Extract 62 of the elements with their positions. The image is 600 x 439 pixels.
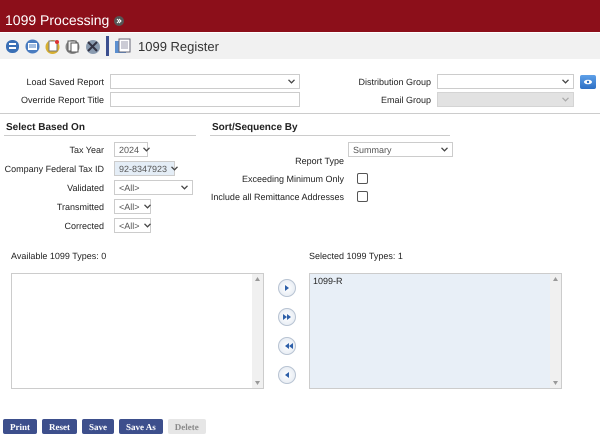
caret-icon	[144, 204, 151, 209]
documents-icon[interactable]	[64, 38, 81, 54]
scroll-up-icon[interactable]	[255, 277, 260, 281]
field-label: Company Federal Tax ID	[4, 164, 104, 174]
list-icon[interactable]	[24, 38, 41, 54]
list-label: Available 1099 Types: 0	[11, 251, 108, 261]
field-label: Validated	[66, 182, 104, 192]
caret-icon	[441, 147, 448, 152]
field-label: Report Type	[294, 155, 344, 166]
move-all-right-icon	[280, 312, 292, 322]
field-label: Transmitted	[56, 202, 104, 212]
field-label: Load Saved Report	[25, 76, 104, 86]
move-right-button[interactable]	[278, 278, 296, 296]
scroll-down-icon[interactable]	[255, 381, 260, 385]
dropdown[interactable]: <All>	[114, 199, 151, 214]
field-label: Exceeding Minimum Only	[240, 174, 344, 184]
expand-icon[interactable]	[114, 16, 124, 26]
caret-icon	[181, 185, 188, 190]
selected-types-list[interactable]: 1099-R	[309, 273, 562, 389]
caret-icon	[144, 223, 151, 228]
move-left-button[interactable]	[278, 366, 296, 384]
list-item[interactable]: 1099-R	[313, 276, 547, 286]
field-label: Tax Year	[68, 144, 104, 154]
field-label: Override Report Title	[20, 94, 104, 104]
report-icon[interactable]	[114, 38, 131, 54]
section-heading: Sort/Sequence By	[210, 122, 450, 136]
checkbox[interactable]	[357, 191, 368, 202]
scroll-up-icon[interactable]	[553, 277, 558, 281]
report-title: 1099 Register	[138, 38, 219, 54]
field-label: Distribution Group	[357, 76, 431, 86]
input-field[interactable]	[110, 92, 300, 107]
scrollbar[interactable]	[252, 274, 263, 388]
action-button[interactable]: Print	[3, 419, 37, 434]
field-label: Corrected	[63, 220, 104, 230]
action-button[interactable]: Save As	[119, 419, 163, 434]
checkbox[interactable]	[357, 173, 368, 184]
caret-icon	[288, 79, 295, 84]
action-button: Delete	[168, 419, 206, 434]
document-icon[interactable]	[44, 38, 61, 54]
move-all-right-button[interactable]	[278, 308, 296, 326]
section-heading: Select Based On	[4, 122, 196, 136]
scroll-down-icon[interactable]	[553, 381, 558, 385]
caret-icon	[562, 79, 569, 84]
scrollbar[interactable]	[550, 274, 561, 388]
caret-icon	[562, 97, 569, 102]
dropdown[interactable]: <All>	[114, 180, 193, 195]
dropdown[interactable]: 92-8347923	[114, 161, 175, 176]
dropdown[interactable]: 2024	[114, 142, 148, 157]
table-icon[interactable]	[4, 38, 21, 54]
lookup-button[interactable]	[580, 74, 596, 88]
move-all-left-button[interactable]	[278, 336, 296, 354]
list-label: Selected 1099 Types: 1	[309, 251, 404, 261]
dropdown[interactable]: <All>	[114, 218, 151, 233]
page-title: 1099 Processing	[5, 11, 110, 29]
caret-icon	[171, 166, 178, 171]
eye-icon	[583, 78, 593, 84]
action-button[interactable]: Reset	[42, 419, 77, 434]
field-label: Email Group	[380, 94, 431, 104]
caret-icon	[143, 147, 150, 152]
dropdown[interactable]: Summary	[348, 142, 453, 157]
field-label: Include all Remittance Addresses	[210, 192, 344, 202]
action-button[interactable]: Save	[82, 419, 114, 434]
